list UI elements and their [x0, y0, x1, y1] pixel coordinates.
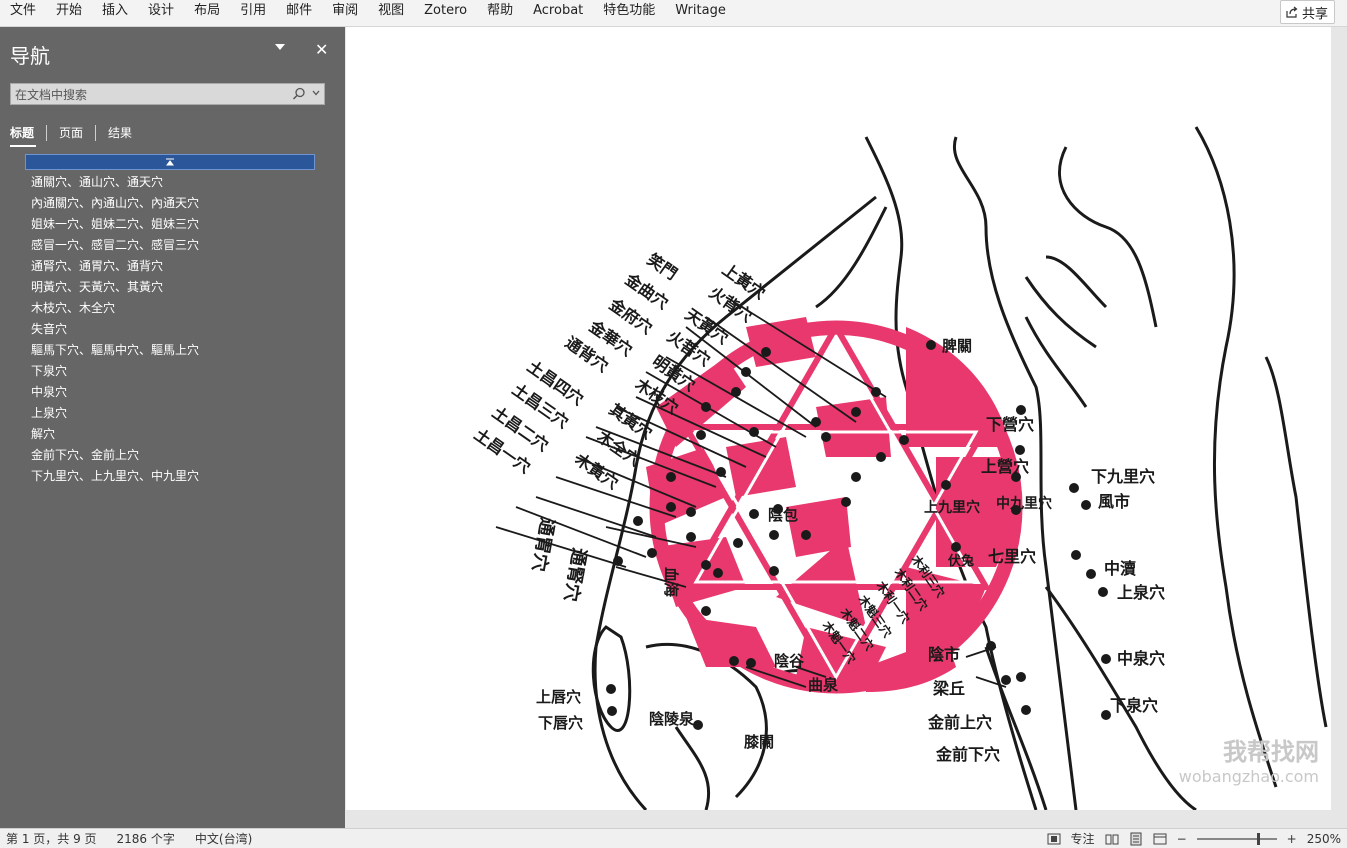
close-icon[interactable]: ✕ — [315, 40, 328, 59]
label-jinqian-xia: 金前下穴 — [935, 745, 1000, 764]
collapse-all-row[interactable] — [25, 154, 315, 170]
zoom-out-icon[interactable]: − — [1177, 832, 1187, 846]
menu-references[interactable]: 引用 — [230, 0, 276, 26]
heading-item[interactable]: 感冒一穴、感冒二穴、感冒三穴 — [25, 235, 315, 256]
menu-insert[interactable]: 插入 — [92, 0, 138, 26]
document-page: 上黃穴 火背穴 笑門 天黃穴 金曲穴 火菩穴 金府穴 明黃穴 金華穴 木枝穴 通… — [346, 27, 1331, 810]
search-input[interactable] — [13, 85, 287, 105]
ribbon-menu-bar: 文件 开始 插入 设计 布局 引用 邮件 审阅 视图 Zotero 帮助 Acr… — [0, 0, 1347, 27]
nav-pane-title: 导航 — [10, 44, 50, 68]
acupoint-figure: 上黃穴 火背穴 笑門 天黃穴 金曲穴 火菩穴 金府穴 明黃穴 金華穴 木枝穴 通… — [471, 126, 1328, 810]
label-yinbao: 陰包 — [768, 506, 798, 524]
zoom-in-icon[interactable]: + — [1287, 832, 1297, 846]
label-xiajiuli: 下九里穴 — [1091, 467, 1155, 486]
word-count[interactable]: 2186 个字 — [117, 830, 175, 847]
heading-item[interactable]: 內通關穴、內通山穴、內通天穴 — [25, 193, 315, 214]
collapse-up-icon — [166, 158, 174, 166]
label-fengshi: 風市 — [1098, 492, 1130, 511]
label-qili: 七里穴 — [988, 547, 1036, 566]
read-mode-icon[interactable] — [1105, 833, 1119, 845]
chevron-down-icon[interactable] — [274, 42, 286, 52]
nav-tabs: 标题 页面 结果 — [10, 124, 144, 147]
focus-mode-label[interactable]: 专注 — [1071, 830, 1095, 847]
label-xuehai: 血海 — [662, 567, 680, 597]
label-yinlingquan: 陰陵泉 — [649, 710, 695, 728]
label-shangquan: 上泉穴 — [1117, 583, 1165, 602]
label-xiguan: 膝關 — [744, 733, 774, 751]
print-layout-icon[interactable] — [1129, 832, 1143, 846]
heading-list: 通關穴、通山穴、通天穴 內通關穴、內通山穴、內通天穴 姐妹一穴、姐妹二穴、姐妹三… — [25, 154, 315, 487]
menu-review[interactable]: 审阅 — [322, 0, 368, 26]
tab-pages[interactable]: 页面 — [47, 124, 95, 142]
label-xiaomen: 笑門 — [644, 250, 681, 284]
label-zhongquan: 中泉穴 — [1117, 649, 1165, 668]
label-futu: 伏兔 — [948, 553, 974, 569]
search-options-chevron-icon[interactable] — [312, 89, 320, 97]
search-icon[interactable] — [292, 87, 306, 101]
menu-home[interactable]: 开始 — [46, 0, 92, 26]
label-tongwei: 通胃穴 — [528, 516, 559, 573]
label-liangqiu: 梁丘 — [932, 679, 965, 698]
watermark: 我帮找网 wobangzhao.com — [1179, 732, 1319, 786]
zoom-slider[interactable] — [1196, 832, 1277, 845]
label-tongshen: 通腎穴 — [560, 546, 591, 603]
menu-acrobat[interactable]: Acrobat — [523, 0, 593, 26]
heading-item[interactable]: 驅馬下穴、驅馬中穴、驅馬上穴 — [25, 340, 315, 361]
page-count[interactable]: 第 1 页，共 9 页 — [6, 830, 97, 847]
share-label: 共享 — [1301, 6, 1328, 22]
label-piguan: 脾關 — [942, 337, 972, 355]
tab-headings[interactable]: 标题 — [10, 124, 46, 147]
document-area: 上黃穴 火背穴 笑門 天黃穴 金曲穴 火菩穴 金府穴 明黃穴 金華穴 木枝穴 通… — [345, 27, 1347, 828]
heading-item[interactable]: 通關穴、通山穴、通天穴 — [25, 172, 315, 193]
label-ququan: 曲泉 — [808, 676, 839, 694]
menu-zotero[interactable]: Zotero — [414, 0, 477, 26]
label-shangying: 上營穴 — [981, 457, 1029, 476]
menu-design[interactable]: 设计 — [138, 0, 184, 26]
label-shangjiuli: 上九里穴 — [924, 499, 980, 516]
menu-writage[interactable]: Writage — [665, 0, 736, 26]
heading-item[interactable]: 姐妹一穴、姐妹二穴、姐妹三穴 — [25, 214, 315, 235]
menu-layout[interactable]: 布局 — [184, 0, 230, 26]
heading-item[interactable]: 中泉穴 — [25, 382, 315, 403]
menu-file[interactable]: 文件 — [0, 0, 46, 26]
heading-item[interactable]: 下九里穴、上九里穴、中九里穴 — [25, 466, 315, 487]
tab-results[interactable]: 结果 — [96, 124, 144, 142]
label-yinshi: 陰市 — [928, 645, 960, 664]
menu-special-features[interactable]: 特色功能 — [593, 0, 665, 26]
label-shangchun: 上唇穴 — [536, 688, 581, 706]
label-jinqian-shang: 金前上穴 — [927, 713, 992, 732]
share-button[interactable]: 共享 — [1279, 0, 1335, 24]
vertical-scrollbar[interactable] — [1333, 27, 1347, 828]
heading-item[interactable]: 解穴 — [25, 424, 315, 445]
menu-help[interactable]: 帮助 — [477, 0, 523, 26]
language-indicator[interactable]: 中文(台湾) — [195, 830, 252, 847]
heading-item[interactable]: 明黃穴、天黃穴、其黃穴 — [25, 277, 315, 298]
share-icon — [1286, 6, 1298, 18]
status-bar: 第 1 页，共 9 页 2186 个字 中文(台湾) 专注 − + 250% — [0, 828, 1347, 848]
label-zhongdu: 中瀆 — [1104, 559, 1136, 578]
menu-view[interactable]: 视图 — [368, 0, 414, 26]
watermark-main: 我帮找网 — [1223, 738, 1319, 766]
heading-item[interactable]: 上泉穴 — [25, 403, 315, 424]
web-layout-icon[interactable] — [1153, 833, 1167, 845]
heading-item[interactable]: 木枝穴、木全穴 — [25, 298, 315, 319]
watermark-url: wobangzhao.com — [1178, 767, 1319, 786]
zoom-level[interactable]: 250% — [1307, 832, 1341, 846]
label-yingu: 陰谷 — [774, 652, 805, 670]
menu-mailings[interactable]: 邮件 — [276, 0, 322, 26]
label-zhongjiuli: 中九里穴 — [996, 495, 1052, 512]
focus-mode-icon[interactable] — [1047, 833, 1061, 845]
heading-item[interactable]: 失音穴 — [25, 319, 315, 340]
heading-item[interactable]: 下泉穴 — [25, 361, 315, 382]
nav-search-box — [10, 83, 325, 105]
label-xiachun: 下唇穴 — [538, 714, 583, 732]
navigation-pane: 导航 ✕ 标题 页面 结果 通關穴、通山穴、通天穴 內通關穴、內通山穴、內通天穴… — [0, 27, 345, 828]
label-xiaquan: 下泉穴 — [1110, 696, 1158, 715]
heading-item[interactable]: 通腎穴、通胃穴、通背穴 — [25, 256, 315, 277]
label-xiaying: 下營穴 — [986, 415, 1034, 434]
heading-item[interactable]: 金前下穴、金前上穴 — [25, 445, 315, 466]
zoom-slider-thumb[interactable] — [1256, 832, 1260, 845]
